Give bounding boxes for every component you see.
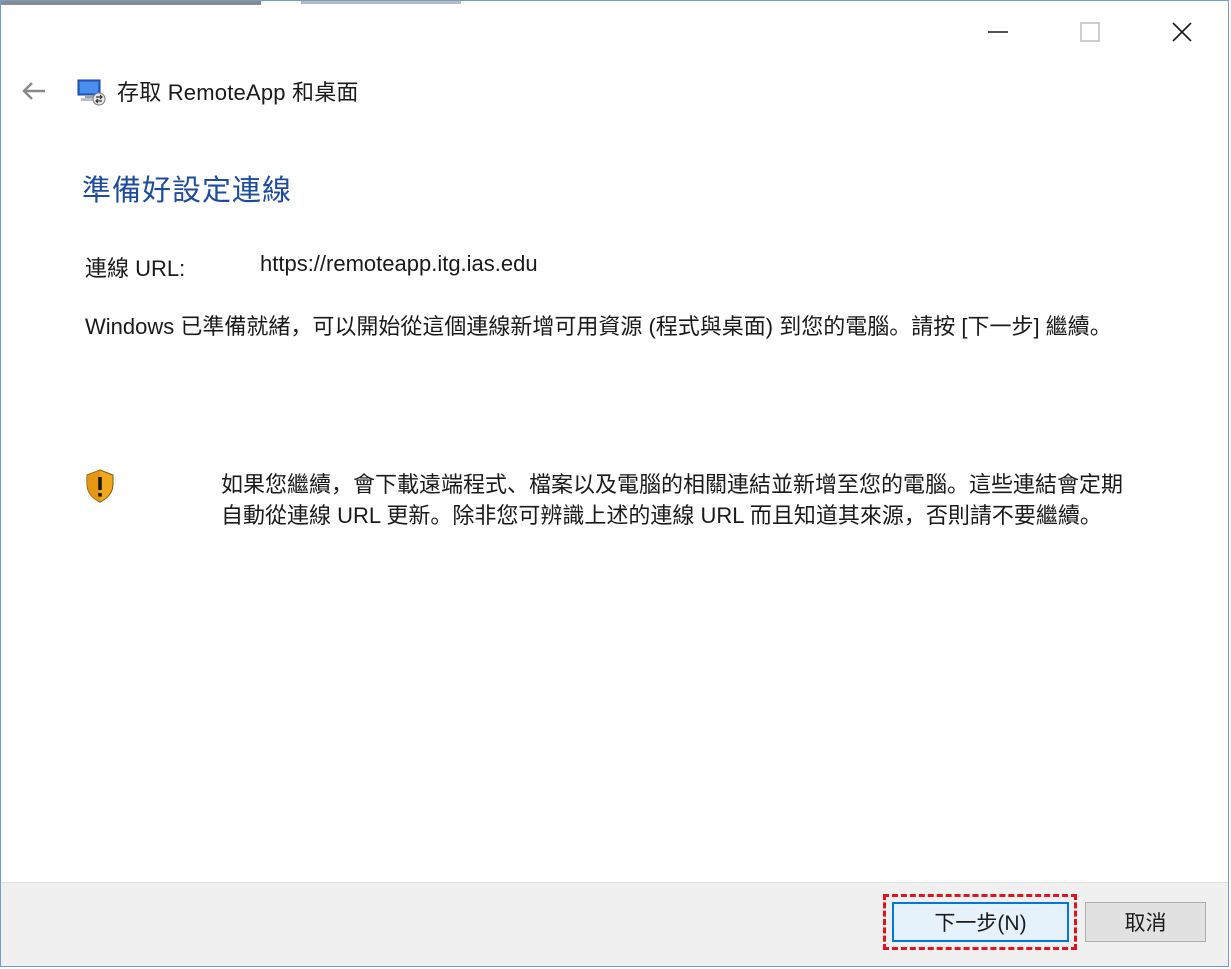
dialog-footer: 下一步(N) 取消 (1, 882, 1228, 966)
maximize-button[interactable] (1044, 1, 1136, 63)
minimize-icon (988, 31, 1008, 33)
minimize-button[interactable] (952, 1, 1044, 63)
ready-description: Windows 已準備就緒，可以開始從這個連線新增可用資源 (程式與桌面) 到您… (85, 314, 1112, 339)
connection-url-label: 連線 URL: (85, 256, 186, 281)
cancel-button[interactable]: 取消 (1085, 902, 1206, 942)
background-window-strip (1, 1, 261, 5)
close-button[interactable] (1136, 1, 1228, 63)
maximize-icon (1080, 22, 1100, 42)
connection-url-row: 連線 URL: https://remoteapp.itg.ias.edu (85, 251, 538, 283)
back-arrow-icon (22, 82, 45, 100)
page-heading: 準備好設定連線 (82, 175, 293, 207)
remoteapp-icon (77, 79, 106, 106)
security-warning-text: 如果您繼續，會下載遠端程式、檔案以及電腦的相關連結並新增至您的電腦。這些連結會定… (221, 472, 1124, 528)
window-controls (952, 1, 1228, 63)
dialog-window: 存取 RemoteApp 和桌面 準備好設定連線 連線 URL: https:/… (0, 0, 1229, 967)
background-window-strip-2 (301, 1, 461, 4)
close-icon (1172, 22, 1192, 42)
dialog-header: 存取 RemoteApp 和桌面 (19, 71, 359, 111)
connection-url-value: https://remoteapp.itg.ias.edu (260, 251, 538, 276)
window-title: 存取 RemoteApp 和桌面 (117, 80, 359, 105)
shield-warning-icon (86, 469, 114, 503)
next-button[interactable]: 下一步(N) (892, 902, 1069, 942)
back-button[interactable] (19, 76, 49, 106)
